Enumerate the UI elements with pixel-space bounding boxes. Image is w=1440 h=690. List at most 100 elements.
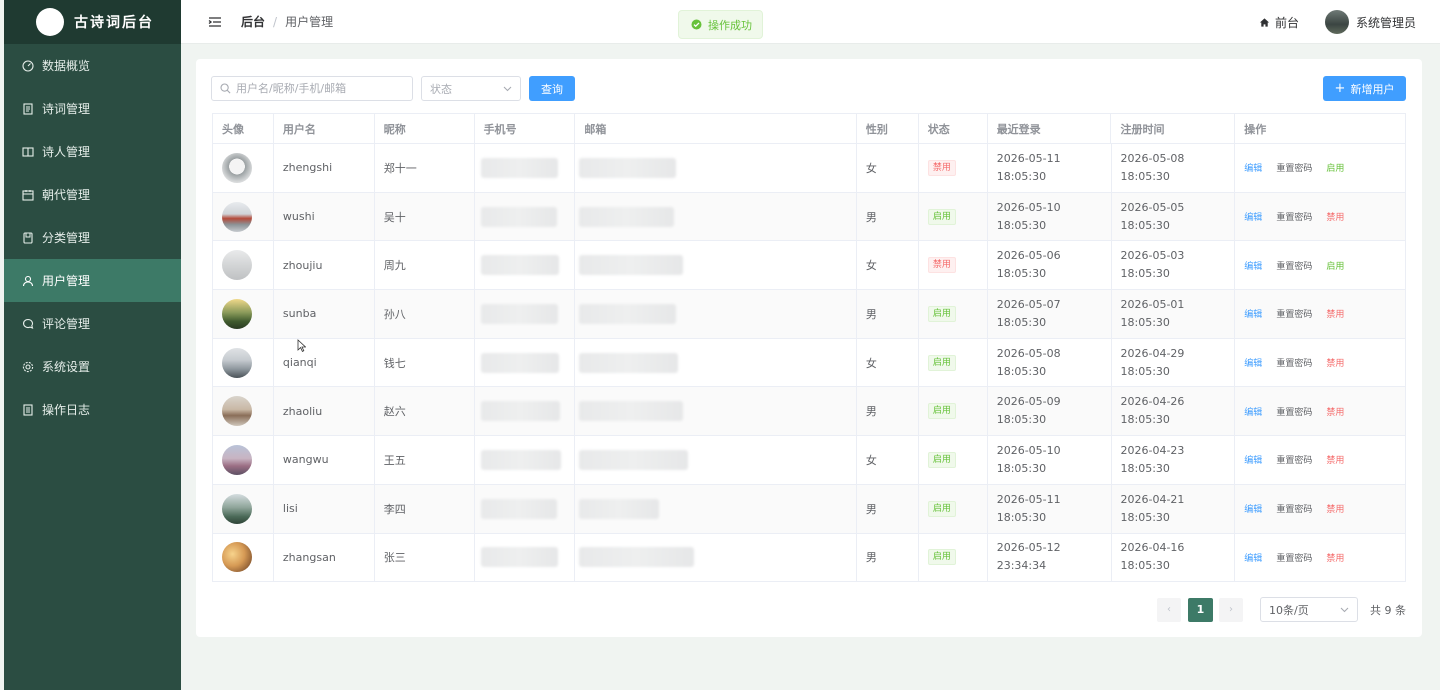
reset-password-button[interactable]: 重置密码 <box>1276 161 1312 174</box>
register-time-cell: 2026-04-23 18:05:30 <box>1112 436 1236 484</box>
front-site-link[interactable]: 前台 <box>1259 14 1299 31</box>
edit-button[interactable]: 编辑 <box>1244 405 1262 418</box>
sidebar-item-comments[interactable]: 评论管理 <box>4 302 181 345</box>
search-field[interactable] <box>211 76 413 101</box>
toggle-status-button[interactable]: 禁用 <box>1326 210 1344 223</box>
dashboard-icon <box>22 59 34 72</box>
edit-button[interactable]: 编辑 <box>1244 259 1262 272</box>
username-cell: wangwu <box>274 436 375 484</box>
query-button[interactable]: 查询 <box>529 76 575 101</box>
register-time: 18:05:30 <box>1120 559 1170 573</box>
avatar <box>222 152 252 183</box>
user-name: 系统管理员 <box>1355 15 1416 30</box>
add-user-button[interactable]: + 新增用户 <box>1323 76 1406 101</box>
avatar-cell <box>213 192 274 241</box>
prev-page-button[interactable]: ‹ <box>1157 597 1181 622</box>
sidebar-item-label: 数据概览 <box>42 59 91 73</box>
reset-password-button[interactable]: 重置密码 <box>1276 210 1312 223</box>
folder-icon <box>22 231 34 244</box>
toggle-status-button[interactable]: 禁用 <box>1326 307 1344 320</box>
toggle-status-button[interactable]: 禁用 <box>1326 502 1344 515</box>
register-time-cell: 2026-05-05 18:05:30 <box>1112 192 1236 241</box>
sidebar-item-dynasties[interactable]: 朝代管理 <box>4 173 181 216</box>
gender-cell: 女 <box>857 436 919 484</box>
reset-password-button[interactable]: 重置密码 <box>1276 453 1312 466</box>
brand[interactable]: 古诗词后台 <box>4 0 181 44</box>
actions-cell: 编辑 重置密码 禁用 <box>1235 193 1405 241</box>
toggle-status-button[interactable]: 禁用 <box>1326 405 1344 418</box>
sidebar-item-logs[interactable]: 操作日志 <box>4 388 181 431</box>
toggle-status-button[interactable]: 禁用 <box>1326 551 1344 564</box>
edit-button[interactable]: 编辑 <box>1244 551 1262 564</box>
blurred-email <box>579 352 679 373</box>
breadcrumb-home[interactable]: 后台 <box>241 13 265 30</box>
logo <box>36 8 64 36</box>
reset-password-button[interactable]: 重置密码 <box>1276 502 1312 515</box>
actions-cell: 编辑 重置密码 禁用 <box>1235 387 1405 435</box>
sidebar-item-settings[interactable]: 系统设置 <box>4 345 181 388</box>
toggle-status-button[interactable]: 禁用 <box>1326 356 1344 369</box>
log-icon <box>22 403 34 416</box>
table-row: wangwu 王五 女启用 2026-05-10 18:05:30 2026-04-23 1… <box>213 436 1405 485</box>
search-input[interactable] <box>236 82 406 95</box>
gender-cell: 男 <box>857 387 919 436</box>
phone-cell <box>475 192 576 241</box>
search-icon <box>220 83 231 94</box>
edit-button[interactable]: 编辑 <box>1244 210 1262 223</box>
sidebar-item-label: 评论管理 <box>42 317 91 331</box>
blurred-phone <box>480 206 557 227</box>
last-login-time: 18:05:30 <box>996 364 1047 378</box>
reset-password-button[interactable]: 重置密码 <box>1276 259 1312 272</box>
last-login-date: 2026-05-07 <box>996 297 1061 311</box>
reset-password-button[interactable]: 重置密码 <box>1276 405 1312 418</box>
toggle-status-button[interactable]: 启用 <box>1326 259 1344 272</box>
username-cell: zhengshi <box>274 144 375 192</box>
toggle-status-button[interactable]: 禁用 <box>1326 453 1344 466</box>
sidebar-item-poems[interactable]: 诗词管理 <box>4 87 181 130</box>
status-cell: 启用 <box>919 387 988 436</box>
status-cell: 启用 <box>919 192 988 241</box>
last-login-cell: 2026-05-07 18:05:30 <box>988 290 1112 338</box>
register-time: 18:05:30 <box>1120 413 1170 427</box>
toggle-status-button[interactable]: 启用 <box>1326 161 1344 174</box>
phone-cell <box>475 484 576 533</box>
reset-password-button[interactable]: 重置密码 <box>1276 551 1312 564</box>
edit-button[interactable]: 编辑 <box>1244 307 1262 320</box>
edit-button[interactable]: 编辑 <box>1244 453 1262 466</box>
nickname-cell: 张三 <box>375 533 475 582</box>
sidebar-item-label: 操作日志 <box>42 403 91 417</box>
sidebar-item-dashboard[interactable]: 数据概览 <box>4 44 181 87</box>
status-badge: 启用 <box>927 549 956 566</box>
page-number-button[interactable]: 1 <box>1188 597 1213 622</box>
column-header: 注册时间 <box>1111 114 1236 143</box>
nickname-cell: 孙八 <box>375 290 475 338</box>
register-time: 18:05:30 <box>1120 510 1170 524</box>
email-cell <box>575 533 857 582</box>
last-login-cell: 2026-05-06 18:05:30 <box>988 241 1112 290</box>
user-menu[interactable]: 系统管理员 <box>1324 10 1416 34</box>
last-login-date: 2026-05-10 <box>996 200 1061 214</box>
reset-password-button[interactable]: 重置密码 <box>1276 307 1312 320</box>
next-page-button[interactable]: › <box>1219 597 1243 622</box>
sidebar-item-label: 诗词管理 <box>42 102 91 116</box>
sidebar-item-users[interactable]: 用户管理 <box>4 259 181 302</box>
reset-password-button[interactable]: 重置密码 <box>1276 356 1312 369</box>
sidebar-item-poets[interactable]: 诗人管理 <box>4 130 181 173</box>
email-cell <box>575 338 857 387</box>
document-icon <box>22 102 34 115</box>
menu-toggle-icon[interactable] <box>208 15 222 29</box>
sidebar-item-categories[interactable]: 分类管理 <box>4 216 181 259</box>
column-header: 邮箱 <box>575 114 857 143</box>
status-badge: 启用 <box>927 354 956 371</box>
page-size-select[interactable]: 10条/页 <box>1260 597 1358 622</box>
edit-button[interactable]: 编辑 <box>1244 161 1262 174</box>
status-select[interactable]: 状态 <box>421 76 521 101</box>
edit-button[interactable]: 编辑 <box>1244 356 1262 369</box>
toast-message: 操作成功 <box>708 18 752 32</box>
register-date: 2026-05-08 <box>1120 151 1185 165</box>
edit-button[interactable]: 编辑 <box>1244 502 1262 515</box>
blurred-email <box>579 206 675 227</box>
blurred-phone <box>480 498 557 519</box>
status-badge: 启用 <box>927 451 956 468</box>
email-cell <box>575 241 857 290</box>
